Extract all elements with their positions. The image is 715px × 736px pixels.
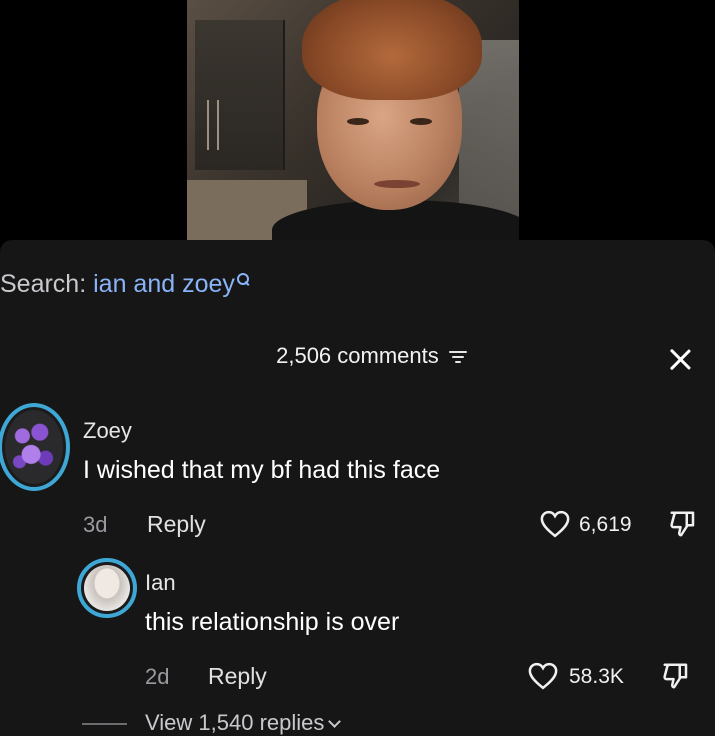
search-prefix: Search:: [0, 270, 87, 298]
filter-icon[interactable]: [448, 349, 469, 365]
comments-header: 2,506 comments: [0, 343, 715, 369]
search-icon[interactable]: [236, 272, 250, 286]
heart-icon[interactable]: [540, 510, 570, 538]
comment-time: 3d: [83, 512, 108, 537]
video-area[interactable]: [0, 0, 715, 240]
video-person: [272, 0, 519, 240]
like-count: 58.3K: [569, 665, 624, 688]
comments-count: 2,506 comments: [276, 343, 439, 368]
comment-username[interactable]: Zoey: [83, 418, 132, 444]
dislike-icon[interactable]: [668, 509, 698, 539]
comment-text: this relationship is over: [145, 608, 400, 636]
background-detail: [207, 100, 209, 150]
search-link[interactable]: Search: ian and zoey: [0, 270, 250, 299]
avatar-image: [84, 565, 130, 611]
video-thumbnail[interactable]: [187, 0, 519, 240]
reply-button[interactable]: Reply: [147, 511, 206, 538]
comments-panel: [0, 240, 715, 736]
like-count: 6,619: [579, 513, 632, 536]
person-hair: [302, 0, 482, 100]
view-replies-button[interactable]: View 1,540 replies: [145, 710, 342, 736]
comment-username[interactable]: Ian: [145, 570, 176, 596]
person-eye: [410, 118, 432, 125]
search-query[interactable]: ian and zoey: [93, 270, 235, 298]
replies-divider: [82, 723, 127, 725]
view-replies-label: View 1,540 replies: [145, 710, 325, 735]
comment-text: I wished that my bf had this face: [83, 456, 441, 484]
background-detail: [217, 100, 219, 150]
heart-icon[interactable]: [528, 662, 558, 690]
comment-time: 2d: [145, 664, 170, 689]
avatar-image: [5, 410, 63, 484]
chevron-down-icon: [328, 715, 342, 728]
close-icon[interactable]: [668, 347, 692, 371]
avatar[interactable]: [0, 403, 70, 491]
reply-button[interactable]: Reply: [208, 663, 267, 690]
person-eye: [347, 118, 369, 125]
person-mouth: [374, 180, 420, 188]
dislike-icon[interactable]: [661, 661, 691, 691]
avatar[interactable]: [77, 558, 137, 618]
